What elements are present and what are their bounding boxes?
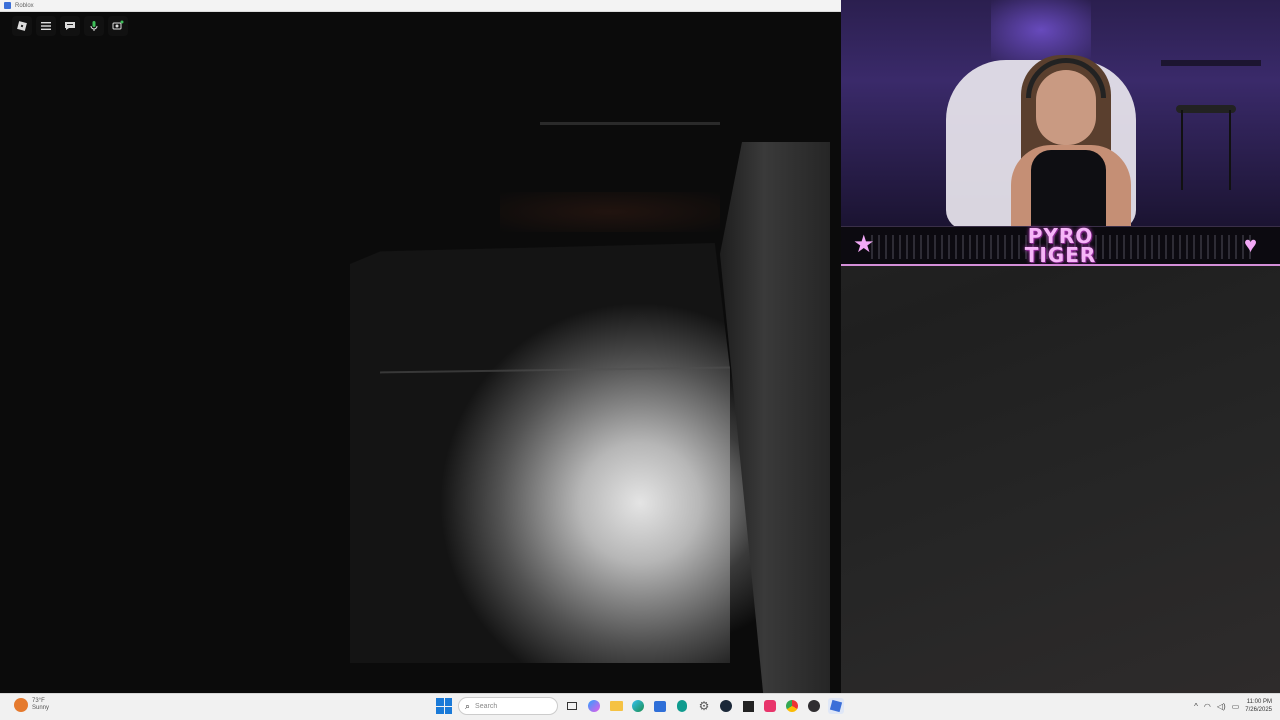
window-title: Roblox bbox=[15, 2, 34, 9]
chrome-icon bbox=[786, 700, 798, 712]
taskbar-search[interactable]: ⌕ Search bbox=[458, 697, 558, 715]
capcut-icon bbox=[742, 700, 754, 712]
gear-icon: ⚙ bbox=[698, 699, 710, 713]
weather-desc: Sunny bbox=[32, 705, 50, 711]
start-button[interactable] bbox=[436, 698, 452, 714]
taskbar-apps: ⌕ Search ⚙ bbox=[436, 697, 844, 715]
webcam-feed bbox=[841, 0, 1280, 230]
steam-icon bbox=[720, 700, 732, 712]
hamburger-icon bbox=[41, 22, 51, 30]
weather-text: 73°F Sunny bbox=[32, 698, 49, 712]
roblox-logo-button[interactable] bbox=[12, 16, 32, 36]
taskbar-app-store[interactable] bbox=[652, 698, 668, 714]
scene-box-edge bbox=[720, 142, 830, 693]
roblox-window[interactable]: Roblox bbox=[0, 0, 841, 693]
taskbar-clock[interactable]: 11:00 PM 7/26/2025 bbox=[1245, 698, 1272, 714]
mic-button[interactable] bbox=[84, 16, 104, 36]
taskbar-app-roblox[interactable] bbox=[828, 698, 844, 714]
brand-line-2: TIGER bbox=[1024, 242, 1097, 267]
store-icon bbox=[654, 700, 666, 712]
windows-taskbar: 73°F Sunny ⌕ Search ⚙ ^ ◠ ◁) ▭ 11:00 PM … bbox=[0, 693, 1280, 720]
wifi-icon[interactable]: ◠ bbox=[1204, 702, 1211, 711]
streamer-name-banner: ★ PYRO TIGER ♥ bbox=[841, 226, 1280, 266]
chevron-up-icon[interactable]: ^ bbox=[1194, 702, 1198, 711]
heart-icon: ♥ bbox=[1244, 232, 1258, 257]
task-view-button[interactable] bbox=[564, 698, 580, 714]
game-viewport[interactable] bbox=[0, 12, 841, 693]
tiktok-icon bbox=[764, 700, 776, 712]
phone-link-icon bbox=[677, 700, 687, 712]
search-placeholder: Search bbox=[475, 702, 498, 710]
roblox-topbar-menu bbox=[12, 16, 128, 36]
screen: Roblox ★ PYRO TIGER ♥ 73°F Sunny ⌕ Searc… bbox=[0, 0, 1280, 720]
streamer-brand-name: PYRO TIGER bbox=[1024, 226, 1097, 267]
taskbar-app-settings[interactable]: ⚙ bbox=[696, 698, 712, 714]
scene-shelf bbox=[540, 122, 720, 125]
obs-icon bbox=[808, 700, 820, 712]
webcam-streamer-top bbox=[1031, 150, 1106, 230]
weather-temp: 73°F bbox=[32, 698, 45, 704]
weather-widget[interactable]: 73°F Sunny bbox=[14, 698, 49, 712]
copilot-icon bbox=[588, 700, 600, 712]
taskbar-app-chrome[interactable] bbox=[784, 698, 800, 714]
folder-icon bbox=[609, 701, 623, 711]
scene-shelf-glow bbox=[500, 192, 720, 232]
battery-icon[interactable]: ▭ bbox=[1232, 702, 1240, 711]
volume-icon[interactable]: ◁) bbox=[1217, 702, 1226, 711]
clock-time: 11:00 PM bbox=[1246, 699, 1272, 705]
roblox-app-icon bbox=[4, 2, 11, 9]
microphone-icon bbox=[90, 21, 98, 31]
taskbar-app-edge[interactable] bbox=[630, 698, 646, 714]
window-title-bar[interactable]: Roblox bbox=[0, 0, 841, 12]
taskbar-app-phone-link[interactable] bbox=[674, 698, 690, 714]
taskbar-app-copilot[interactable] bbox=[586, 698, 602, 714]
star-icon: ★ bbox=[853, 231, 875, 258]
system-tray: ^ ◠ ◁) ▭ 11:00 PM 7/26/2025 bbox=[1194, 698, 1272, 714]
camera-icon bbox=[112, 20, 124, 30]
stream-overlay-area: ★ PYRO TIGER ♥ bbox=[841, 0, 1280, 693]
clock-date: 7/26/2025 bbox=[1245, 707, 1272, 713]
webcam-room-shelf bbox=[1161, 60, 1261, 66]
camera-button[interactable] bbox=[108, 16, 128, 36]
taskbar-app-capcut[interactable] bbox=[740, 698, 756, 714]
edge-icon bbox=[632, 700, 644, 712]
weather-sun-icon bbox=[14, 698, 28, 712]
search-icon: ⌕ bbox=[465, 700, 471, 711]
taskbar-app-tiktok[interactable] bbox=[762, 698, 778, 714]
taskbar-app-steam[interactable] bbox=[718, 698, 734, 714]
task-view-icon bbox=[567, 702, 577, 710]
chat-icon bbox=[65, 22, 75, 30]
chat-button[interactable] bbox=[60, 16, 80, 36]
windows-logo-icon bbox=[436, 698, 452, 714]
menu-button[interactable] bbox=[36, 16, 56, 36]
webcam-ring-light bbox=[991, 0, 1091, 60]
roblox-taskbar-icon bbox=[829, 699, 843, 713]
webcam-stool-legs bbox=[1181, 110, 1231, 190]
taskbar-app-explorer[interactable] bbox=[608, 698, 624, 714]
scene-box-face bbox=[350, 243, 730, 663]
roblox-logo-icon bbox=[17, 21, 27, 31]
taskbar-app-obs[interactable] bbox=[806, 698, 822, 714]
